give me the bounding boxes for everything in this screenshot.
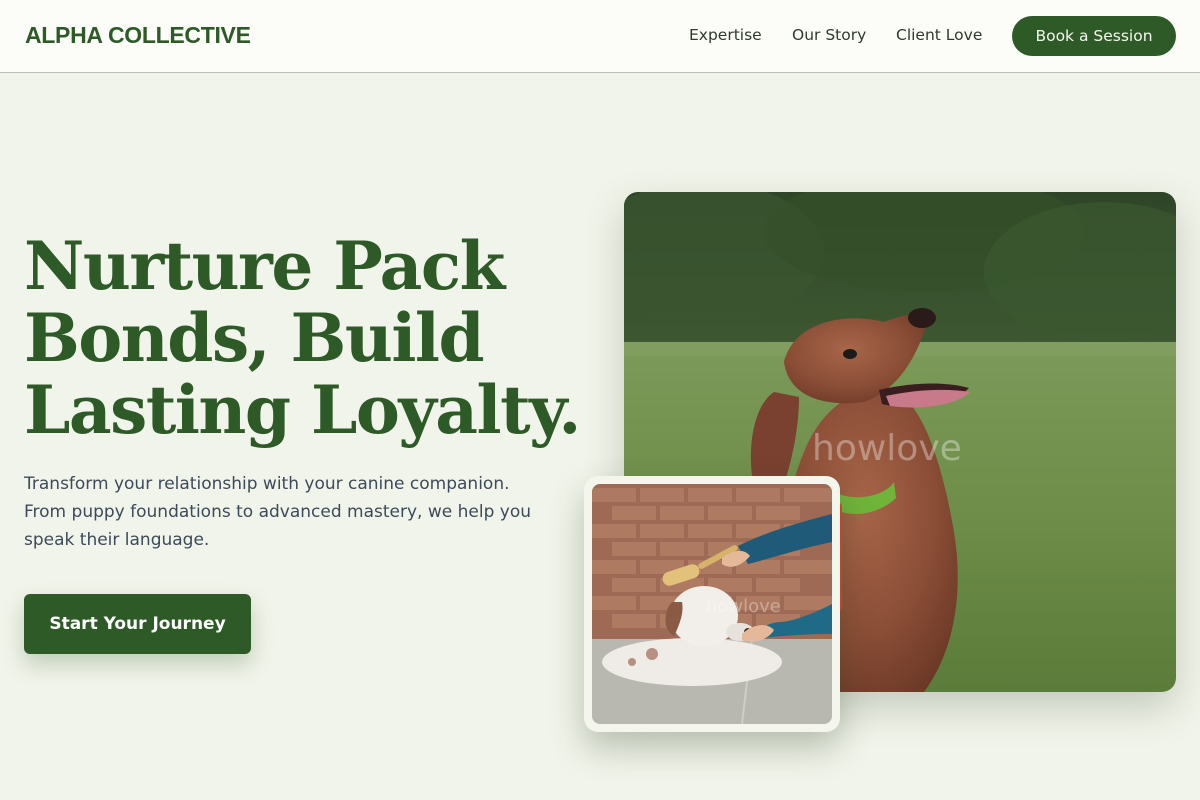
site-header: ALPHA COLLECTIVE Expertise Our Story Cli… xyxy=(0,0,1200,73)
secondary-photo-frame: howlove xyxy=(584,476,840,732)
start-journey-button[interactable]: Start Your Journey xyxy=(24,594,251,654)
headline-line-1: Nurture Pack xyxy=(24,227,505,305)
nav-our-story[interactable]: Our Story xyxy=(792,26,866,44)
hero-headline: Nurture Pack Bonds, Build Lasting Loyalt… xyxy=(24,230,584,446)
nav-client-love[interactable]: Client Love xyxy=(896,26,982,44)
puppy-brushing-photo xyxy=(592,484,832,724)
nav-expertise[interactable]: Expertise xyxy=(689,26,762,44)
subtext-line-3: speak their language. xyxy=(24,530,210,550)
puppy-brushing-image xyxy=(592,484,832,724)
headline-line-3: Lasting Loyalty. xyxy=(24,371,581,449)
hero-subtext: Transform your relationship with your ca… xyxy=(24,470,564,554)
book-session-button[interactable]: Book a Session xyxy=(1012,16,1176,56)
subtext-line-1: Transform your relationship with your ca… xyxy=(24,474,510,494)
headline-line-2: Bonds, Build xyxy=(24,299,485,377)
logo[interactable]: ALPHA COLLECTIVE xyxy=(25,22,251,49)
subtext-line-2: From puppy foundations to advanced maste… xyxy=(24,502,532,522)
